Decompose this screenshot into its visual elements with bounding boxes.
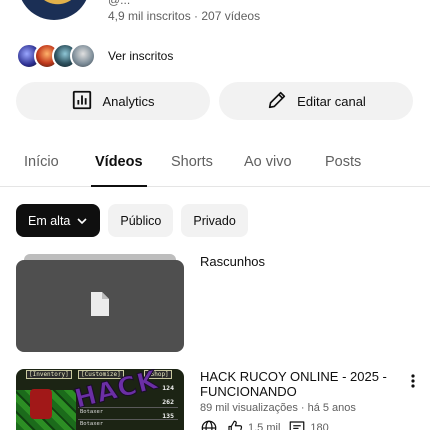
likes-stat: 1,5 mil <box>226 419 280 430</box>
channel-avatar[interactable] <box>18 0 90 20</box>
visibility-stat <box>200 419 218 430</box>
see-subscribers-link[interactable]: Ver inscritos <box>108 49 173 63</box>
more-options-button[interactable] <box>403 369 423 393</box>
video-thumbnail[interactable]: [Inventory] [Customize] [Shop] 124 262 1… <box>16 369 184 430</box>
edit-channel-label: Editar canal <box>297 93 366 109</box>
channel-stats: 4,9 mil inscritos · 207 vídeos <box>108 9 261 23</box>
tab-home[interactable]: Início <box>24 140 59 187</box>
channel-actions: Analytics Editar canal <box>16 82 413 120</box>
comments-count: 180 <box>310 422 329 430</box>
channel-tabs: Início Vídeos Shorts Ao vivo Posts <box>0 140 430 187</box>
more-vert-icon <box>411 374 415 388</box>
thumbnail-divider <box>78 419 178 420</box>
thumbnail-number: 262 <box>162 398 174 406</box>
channel-handle: @... <box>108 0 131 7</box>
public-filter-chip[interactable]: Público <box>108 204 174 237</box>
thumbnail-row-label: Botaxer <box>80 421 104 427</box>
channel-header: @... 4,9 mil inscritos · 207 vídeos <box>0 0 430 36</box>
sort-chip[interactable]: Em alta <box>16 204 101 237</box>
thumbs-up-icon <box>228 420 243 430</box>
analytics-label: Analytics <box>102 93 155 109</box>
filter-chips: Em alta Público Privado <box>16 204 248 237</box>
tab-live[interactable]: Ao vivo <box>244 140 292 187</box>
comments-stat: 180 <box>288 419 329 430</box>
document-icon <box>89 291 111 322</box>
comment-icon <box>290 421 305 430</box>
video-stats: 1,5 mil 180 <box>200 419 329 430</box>
chevron-down-icon <box>77 217 87 224</box>
tab-videos[interactable]: Vídeos <box>91 140 147 187</box>
thumbnail-character <box>30 389 52 419</box>
subscriber-avatar <box>70 43 96 69</box>
analytics-icon <box>71 89 93 114</box>
active-tab-indicator <box>91 185 147 187</box>
subscriber-avatars <box>16 43 96 69</box>
drafts-title: Rascunhos <box>200 254 266 269</box>
video-meta: 89 mil visualizações · há 5 anos <box>200 402 356 414</box>
thumbnail-number: 124 <box>162 384 174 392</box>
tab-shorts[interactable]: Shorts <box>171 140 213 187</box>
tab-posts[interactable]: Posts <box>325 140 361 187</box>
thumbnail-tab: [Inventory] <box>26 370 72 379</box>
pencil-icon <box>266 89 288 114</box>
edit-channel-button[interactable]: Editar canal <box>219 82 413 120</box>
video-item[interactable]: [Inventory] [Customize] [Shop] 124 262 1… <box>16 369 420 430</box>
video-title[interactable]: HACK RUCOY ONLINE - 2025 - FUNCIONANDO <box>200 369 390 399</box>
sort-chip-label: Em alta <box>28 213 71 228</box>
subscribers-row[interactable]: Ver inscritos <box>16 42 173 70</box>
draft-thumbnail[interactable] <box>16 260 184 352</box>
likes-count: 1,5 mil <box>248 422 281 430</box>
globe-icon <box>201 420 217 430</box>
analytics-button[interactable]: Analytics <box>16 82 210 120</box>
drafts-item[interactable]: Rascunhos <box>16 254 416 352</box>
private-filter-chip[interactable]: Privado <box>181 204 248 237</box>
